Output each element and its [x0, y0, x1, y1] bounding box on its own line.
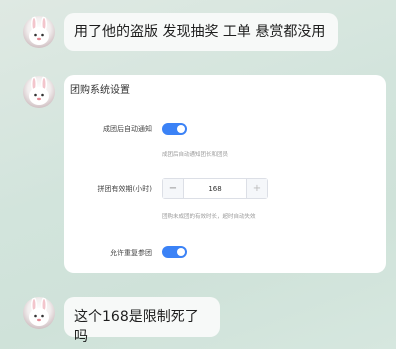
allow-rejoin-label: 允许重复参团	[110, 249, 152, 257]
increment-button[interactable]: +	[246, 179, 267, 198]
auto-notify-label: 成团后自动通知	[103, 125, 152, 133]
rabbit-avatar-icon	[29, 297, 49, 326]
settings-screenshot-card: 团购系统设置 成团后自动通知 成团后自动通知团长和团员 拼团有效期(小时) − …	[64, 75, 386, 273]
validity-hours-hint: 团购未成团的有效时长，超时自动失效	[162, 214, 256, 220]
message-text: 用了他的盗版 发现抽奖 工单 悬赏都没用	[74, 24, 326, 40]
auto-notify-toggle[interactable]	[162, 123, 187, 135]
validity-hours-value[interactable]: 168	[184, 179, 246, 198]
rabbit-avatar-icon	[29, 76, 49, 105]
toggle-knob	[177, 125, 185, 133]
validity-hours-label: 拼团有效期(小时)	[97, 185, 152, 193]
user-avatar[interactable]	[23, 76, 55, 108]
card-title: 团购系统设置	[70, 85, 130, 96]
toggle-knob	[177, 248, 185, 256]
message-text: 这个168是限制死了吗	[74, 309, 199, 345]
auto-notify-hint: 成团后自动通知团长和团员	[162, 152, 229, 158]
user-avatar[interactable]	[23, 297, 55, 329]
chat-bubble: 这个168是限制死了吗	[64, 297, 220, 345]
allow-rejoin-toggle[interactable]	[162, 246, 187, 258]
decrement-button[interactable]: −	[163, 179, 184, 198]
validity-hours-stepper[interactable]: − 168 +	[162, 178, 268, 199]
user-avatar[interactable]	[23, 16, 55, 48]
rabbit-avatar-icon	[29, 16, 49, 45]
chat-bubble: 用了他的盗版 发现抽奖 工单 悬赏都没用	[64, 13, 338, 51]
